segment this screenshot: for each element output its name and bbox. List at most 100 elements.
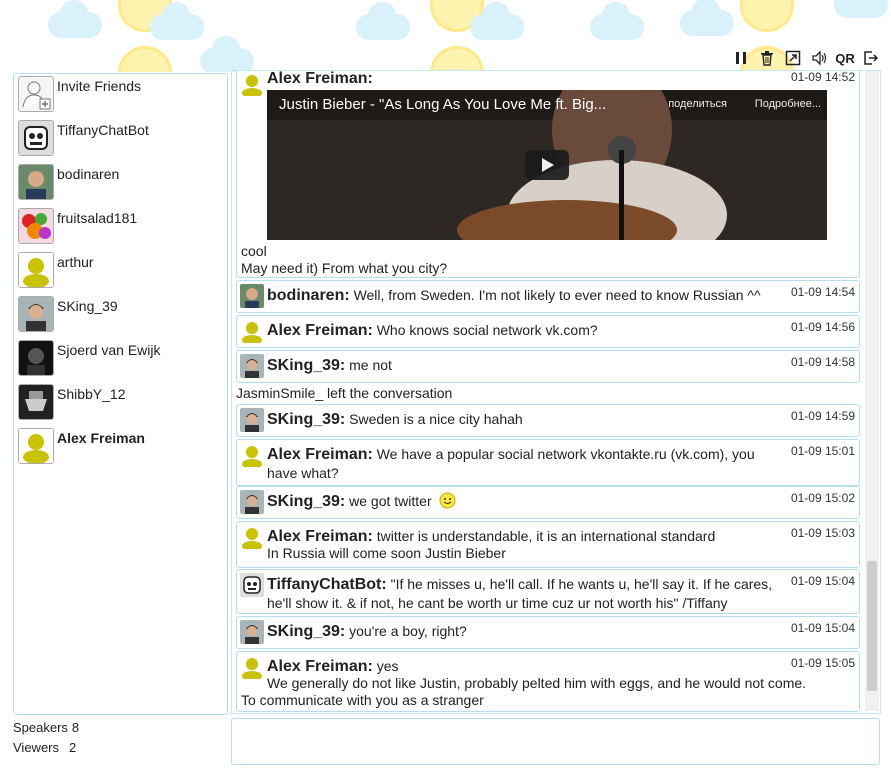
user-list-item[interactable]: fruitsalad181	[18, 208, 223, 248]
sound-button[interactable]	[809, 48, 829, 68]
user-list-item[interactable]: Invite Friends	[18, 76, 223, 116]
message-text: May need it) From what you city?	[241, 260, 448, 276]
chat-message: Alex Freiman: Who knows social network v…	[236, 315, 860, 348]
user-list-item[interactable]: TiffanyChatBot	[18, 120, 223, 160]
pause-icon	[736, 52, 746, 64]
default-avatar	[240, 72, 264, 96]
user-name: Invite Friends	[57, 78, 142, 94]
message-time: 01-09 14:54	[790, 285, 855, 299]
video-more-link[interactable]: Подробнее...	[755, 98, 821, 110]
chat-message: Alex Freiman: twitter is understandable,…	[236, 521, 860, 568]
user-name: TiffanyChatBot	[57, 122, 149, 138]
default-avatar	[18, 252, 54, 288]
message-text: In Russia will come soon Justin Bieber	[267, 545, 506, 561]
play-button[interactable]	[525, 150, 569, 180]
message-time: 01-09 14:59	[790, 409, 855, 423]
embedded-video[interactable]: Justin Bieber - "As Long As You Love Me …	[267, 90, 827, 240]
clear-button[interactable]	[757, 48, 777, 68]
user-list-item[interactable]: arthur	[18, 252, 223, 292]
user-name: fruitsalad181	[57, 210, 138, 226]
sun-decoration	[430, 46, 484, 72]
photo-avatar	[240, 620, 264, 644]
chat-message: SKing_39: you're a boy, right? 01-09 15:…	[236, 616, 860, 649]
photo-avatar	[240, 284, 264, 308]
message-text: Well, from Sweden. I'm not likely to eve…	[353, 287, 761, 303]
message-time: 01-09 14:58	[790, 355, 855, 369]
robot-avatar	[240, 573, 264, 597]
cloud-decoration	[680, 0, 734, 36]
user-name: bodinaren	[57, 166, 120, 182]
pause-button[interactable]	[731, 48, 751, 68]
default-avatar	[18, 428, 54, 464]
message-input[interactable]	[231, 718, 880, 765]
chat-message: TiffanyChatBot: "If he misses u, he'll c…	[236, 569, 860, 614]
user-name: Alex Freiman	[57, 430, 145, 446]
viewers-label: Viewers	[13, 740, 60, 755]
message-author: SKing_39:	[267, 623, 346, 640]
video-share-link[interactable]: поделиться	[668, 98, 727, 110]
exit-button[interactable]	[861, 48, 881, 68]
message-author: Alex Freiman:	[267, 528, 373, 545]
message-text: We generally do not like Justin, probabl…	[267, 675, 807, 691]
smiley-icon	[439, 492, 456, 509]
message-text: you're a boy, right?	[349, 623, 467, 639]
cloud-decoration	[590, 2, 644, 40]
message-text: To communicate with you as a stranger	[241, 692, 484, 708]
user-name: SKing_39	[57, 298, 118, 314]
chat-message: Alex Freiman: 01-09 14:52 Justin Bieber …	[236, 71, 860, 278]
message-time: 01-09 15:04	[790, 621, 855, 635]
popout-button[interactable]	[783, 48, 803, 68]
photo-avatar	[240, 408, 264, 432]
photo-avatar	[18, 164, 54, 200]
user-list: Invite Friends TiffanyChatBot bodinaren …	[13, 73, 228, 715]
user-list-item[interactable]: SKing_39	[18, 296, 223, 336]
robot-avatar	[18, 120, 54, 156]
cloud-decoration	[470, 2, 524, 40]
cloud-decoration	[150, 2, 204, 40]
viewers-count: 2	[69, 740, 77, 755]
cloud-decoration	[48, 0, 102, 38]
message-time: 01-09 15:02	[790, 491, 855, 505]
sun-decoration	[740, 0, 794, 32]
user-list-item[interactable]: bodinaren	[18, 164, 223, 204]
chat-message: SKing_39: we got twitter 01-09 15:02	[236, 486, 860, 519]
chat-message: SKing_39: me not 01-09 14:58	[236, 350, 860, 383]
user-name: arthur	[57, 254, 94, 270]
user-list-item[interactable]: ShibbY_12	[18, 384, 223, 424]
default-avatar	[240, 525, 264, 549]
message-author: Alex Freiman:	[267, 446, 373, 463]
popout-icon	[785, 50, 801, 66]
photo-avatar	[240, 354, 264, 378]
trash-icon	[761, 51, 773, 66]
chat-message: Alex Freiman: yes We generally do not li…	[236, 651, 860, 712]
scrollbar-thumb[interactable]	[867, 561, 877, 691]
photo-avatar	[18, 296, 54, 332]
fruit-avatar	[18, 208, 54, 244]
chat-message: Alex Freiman: We have a popular social n…	[236, 439, 860, 486]
user-list-item[interactable]: Alex Freiman	[18, 428, 223, 468]
user-name: Sjoerd van Ewijk	[57, 342, 161, 358]
chat-scrollbar[interactable]	[865, 71, 879, 711]
message-time: 01-09 14:56	[790, 320, 855, 334]
default-avatar	[240, 655, 264, 679]
chat-message: SKing_39: Sweden is a nice city hahah 01…	[236, 404, 860, 437]
message-author: Alex Freiman:	[267, 322, 373, 339]
message-author: SKing_39:	[267, 493, 346, 510]
message-author: TiffanyChatBot:	[267, 576, 387, 593]
photo-avatar	[240, 490, 264, 514]
message-text: yes	[376, 658, 399, 674]
message-text: me not	[349, 357, 392, 373]
chat-log[interactable]: Alex Freiman: 01-09 14:52 Justin Bieber …	[231, 70, 881, 714]
cloud-decoration	[834, 0, 888, 18]
message-time: 01-09 15:01	[790, 444, 855, 458]
message-author: bodinaren:	[267, 287, 350, 304]
user-name: ShibbY_12	[57, 386, 126, 402]
user-list-item[interactable]: Sjoerd van Ewijk	[18, 340, 223, 380]
qr-button[interactable]: QR	[835, 48, 855, 68]
message-time: 01-09 15:04	[790, 574, 855, 588]
default-avatar	[240, 319, 264, 343]
chat-message: bodinaren: Well, from Sweden. I'm not li…	[236, 280, 860, 313]
message-text: Who knows social network vk.com?	[376, 322, 598, 338]
video-title[interactable]: Justin Bieber - "As Long As You Love Me …	[279, 96, 606, 113]
default-avatar	[240, 443, 264, 467]
